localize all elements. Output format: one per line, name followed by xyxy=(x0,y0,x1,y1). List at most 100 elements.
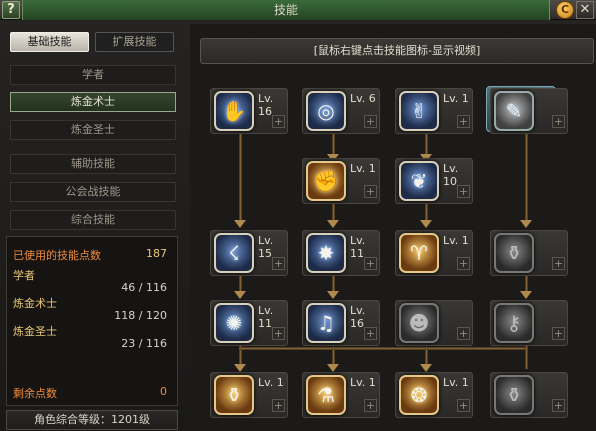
remaining-points-label: 剩余点数 xyxy=(13,387,57,400)
add-skill-point-button[interactable]: + xyxy=(272,327,285,340)
skill-glyph: ⚱ xyxy=(505,241,523,265)
skill-glyph: ◎ xyxy=(317,99,335,123)
add-skill-point-button[interactable]: + xyxy=(457,185,470,198)
connector-arrow xyxy=(234,291,246,299)
connector-arrow xyxy=(520,291,532,299)
connector-arrow xyxy=(420,220,432,228)
skill-5-1-slot: ⚱ Lv. 1 + xyxy=(210,372,288,418)
job-guild-war-skills[interactable]: 公会战技能 xyxy=(10,182,176,202)
skill-4-1-icon[interactable]: ✺ xyxy=(214,303,254,343)
skill-2-3-slot: ❦ Lv. 10 + xyxy=(395,158,473,204)
skill-glyph: ✺ xyxy=(225,311,243,335)
skill-5-2-icon[interactable]: ⚗ xyxy=(306,375,346,415)
skill-glyph: ♈ xyxy=(410,241,428,265)
skill-3-2-slot: ✸ Lv. 11 + xyxy=(302,230,380,276)
job-alchemist[interactable]: 炼金术士 xyxy=(10,92,176,112)
skill-3-3-icon[interactable]: ♈ xyxy=(399,233,439,273)
add-skill-point-button[interactable]: + xyxy=(364,399,377,412)
add-skill-point-button[interactable]: + xyxy=(272,257,285,270)
skill-glyph: ✎ xyxy=(505,99,523,123)
tab-advanced-skills[interactable]: 扩展技能 xyxy=(95,32,174,52)
skill-glyph: ⚷ xyxy=(506,311,522,335)
skill-1-1-icon[interactable]: ✋ xyxy=(214,91,254,131)
skill-4-2-slot: ♫ Lv. 16 + xyxy=(302,300,380,346)
connector xyxy=(239,129,242,223)
skill-5-3-icon[interactable]: ❂ xyxy=(399,375,439,415)
skill-3-1-icon[interactable]: ☇ xyxy=(214,233,254,273)
skill-level: Lv. 1 xyxy=(443,234,469,247)
skill-3-4-icon[interactable]: ⚱ xyxy=(494,233,534,273)
skill-3-4-slot: ⚱ + xyxy=(490,230,568,276)
job-support-skills[interactable]: 辅助技能 xyxy=(10,154,176,174)
skill-4-3-icon[interactable]: ☻ xyxy=(399,303,439,343)
skill-5-4-icon[interactable]: ⚱ xyxy=(494,375,534,415)
window-title: 技能 xyxy=(22,0,550,20)
skill-glyph: ♫ xyxy=(317,311,335,335)
skill-tree-panel: [鼠标右键点击技能图标-显示视频] ✋ Lv. 16 + ◎ Lv. 6 + ✌ Lv. 1 +… xyxy=(190,24,596,431)
skill-2-2-icon[interactable]: ✊ xyxy=(306,161,346,201)
job-saint-alchemist[interactable]: 炼金圣士 xyxy=(10,120,176,140)
skill-1-4-slot: ✎ + xyxy=(490,88,568,134)
skill-glyph: ⚱ xyxy=(225,383,243,407)
add-skill-point-button[interactable]: + xyxy=(457,327,470,340)
skill-1-2-icon[interactable]: ◎ xyxy=(306,91,346,131)
scholar-label: 学者 xyxy=(13,269,35,282)
saint-alchemist-label: 炼金圣士 xyxy=(13,325,57,338)
skill-4-3-slot: ☻ + xyxy=(395,300,473,346)
skill-5-1-icon[interactable]: ⚱ xyxy=(214,375,254,415)
add-skill-point-button[interactable]: + xyxy=(364,115,377,128)
connector-arrow xyxy=(327,364,339,372)
connector-arrow xyxy=(234,220,246,228)
skill-1-4-icon[interactable]: ✎ xyxy=(494,91,534,131)
job-scholar[interactable]: 学者 xyxy=(10,65,176,85)
skill-2-2-slot: ✊ Lv. 1 + xyxy=(302,158,380,204)
skill-glyph: ✊ xyxy=(313,169,339,193)
job-general-skills[interactable]: 综合技能 xyxy=(10,210,176,230)
add-skill-point-button[interactable]: + xyxy=(457,399,470,412)
alchemist-label: 炼金术士 xyxy=(13,297,57,310)
add-skill-point-button[interactable]: + xyxy=(552,115,565,128)
remaining-points-value: 0 xyxy=(160,385,167,398)
add-skill-point-button[interactable]: + xyxy=(272,115,285,128)
skill-glyph: ❦ xyxy=(410,169,428,193)
add-skill-point-button[interactable]: + xyxy=(552,257,565,270)
skill-1-2-slot: ◎ Lv. 6 + xyxy=(302,88,380,134)
skill-3-2-icon[interactable]: ✸ xyxy=(306,233,346,273)
used-points-value: 187 xyxy=(146,247,167,260)
add-skill-point-button[interactable]: + xyxy=(272,399,285,412)
skill-level: Lv. 1 xyxy=(258,376,284,389)
skill-5-4-slot: ⚱ + xyxy=(490,372,568,418)
add-skill-point-button[interactable]: + xyxy=(457,257,470,270)
skill-4-4-icon[interactable]: ⚷ xyxy=(494,303,534,343)
add-skill-point-button[interactable]: + xyxy=(552,399,565,412)
skill-4-2-icon[interactable]: ♫ xyxy=(306,303,346,343)
connector xyxy=(525,129,528,223)
skill-level: Lv. 6 xyxy=(350,92,376,105)
skill-level: Lv. 1 xyxy=(350,162,376,175)
skill-1-3-slot: ✌ Lv. 1 + xyxy=(395,88,473,134)
connector-arrow xyxy=(520,220,532,228)
add-skill-point-button[interactable]: + xyxy=(364,185,377,198)
close-button[interactable]: ✕ xyxy=(576,1,594,19)
connector xyxy=(239,347,525,350)
skill-4-1-slot: ✺ Lv. 11 + xyxy=(210,300,288,346)
coin-icon[interactable]: C xyxy=(556,1,574,19)
connector-arrow xyxy=(327,291,339,299)
skill-1-3-icon[interactable]: ✌ xyxy=(399,91,439,131)
tab-basic-skills[interactable]: 基础技能 xyxy=(10,32,89,52)
skill-1-1-slot: ✋ Lv. 16 + xyxy=(210,88,288,134)
add-skill-point-button[interactable]: + xyxy=(457,115,470,128)
help-button[interactable]: ? xyxy=(2,1,20,19)
saint-alchemist-value: 23 / 116 xyxy=(121,337,167,350)
skill-5-2-slot: ⚗ Lv. 1 + xyxy=(302,372,380,418)
add-skill-point-button[interactable]: + xyxy=(552,327,565,340)
connector xyxy=(525,343,528,369)
add-skill-point-button[interactable]: + xyxy=(364,327,377,340)
character-level: 角色综合等级：1201级 xyxy=(6,410,178,430)
add-skill-point-button[interactable]: + xyxy=(364,257,377,270)
skill-level: Lv. 1 xyxy=(443,376,469,389)
skill-2-3-icon[interactable]: ❦ xyxy=(399,161,439,201)
skill-glyph: ⚱ xyxy=(505,383,523,407)
skill-3-1-slot: ☇ Lv. 15 + xyxy=(210,230,288,276)
skill-3-3-slot: ♈ Lv. 1 + xyxy=(395,230,473,276)
